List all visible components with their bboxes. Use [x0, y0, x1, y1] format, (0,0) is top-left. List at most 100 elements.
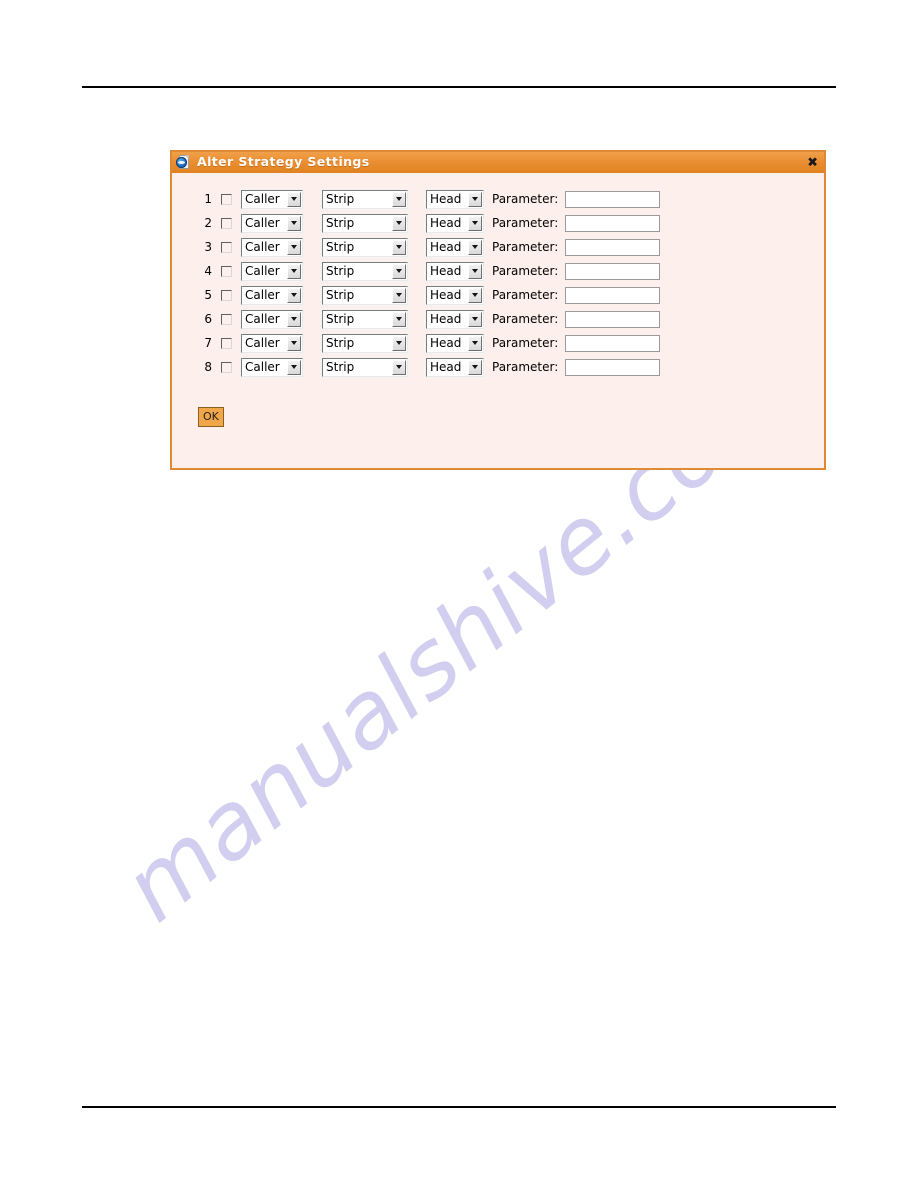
chevron-down-icon [392, 359, 406, 375]
chevron-down-icon [392, 239, 406, 255]
page-footer-rule [82, 1106, 836, 1108]
strip-select[interactable]: Strip [322, 261, 408, 281]
caller-select[interactable]: Caller [241, 189, 303, 209]
strategy-row-7: 7 Caller Strip Head Parameter: [198, 331, 824, 355]
chevron-down-icon [392, 215, 406, 231]
strip-select-value: Strip [326, 240, 355, 254]
head-select-value: Head [430, 336, 462, 350]
row-enable-checkbox[interactable] [221, 217, 232, 229]
strategy-row-2: 2 Caller Strip Head Parameter: [198, 211, 824, 235]
strip-select[interactable]: Strip [322, 189, 408, 209]
strip-select[interactable]: Strip [322, 357, 408, 377]
chevron-down-icon [468, 263, 482, 279]
strategy-row-5: 5 Caller Strip Head Parameter: [198, 283, 824, 307]
head-select[interactable]: Head [426, 237, 484, 257]
caller-select-value: Caller [245, 312, 280, 326]
strip-select[interactable]: Strip [322, 237, 408, 257]
caller-select-value: Caller [245, 336, 280, 350]
strategy-row-4: 4 Caller Strip Head Parameter: [198, 259, 824, 283]
head-select[interactable]: Head [426, 309, 484, 329]
head-select[interactable]: Head [426, 285, 484, 305]
chevron-down-icon [287, 335, 301, 351]
row-enable-checkbox[interactable] [221, 337, 232, 349]
chevron-down-icon [392, 311, 406, 327]
head-select-value: Head [430, 264, 462, 278]
strip-select-value: Strip [326, 192, 355, 206]
head-select[interactable]: Head [426, 333, 484, 353]
parameter-input[interactable] [565, 190, 661, 208]
strip-select[interactable]: Strip [322, 285, 408, 305]
parameter-label: Parameter: [492, 264, 559, 278]
row-enable-checkbox[interactable] [221, 265, 232, 277]
parameter-input[interactable] [565, 214, 661, 232]
parameter-label: Parameter: [492, 216, 559, 230]
strip-select[interactable]: Strip [322, 309, 408, 329]
row-index-label: 2 [204, 216, 212, 230]
caller-select[interactable]: Caller [241, 285, 303, 305]
caller-select-value: Caller [245, 360, 280, 374]
chevron-down-icon [392, 191, 406, 207]
dialog-titlebar: Alter Strategy Settings ✖ [172, 152, 824, 173]
head-select[interactable]: Head [426, 213, 484, 233]
parameter-input[interactable] [565, 310, 661, 328]
caller-select[interactable]: Caller [241, 357, 303, 377]
parameter-input[interactable] [565, 358, 661, 376]
strategy-row-8: 8 Caller Strip Head Parameter: [198, 355, 824, 379]
caller-select-value: Caller [245, 216, 280, 230]
chevron-down-icon [468, 239, 482, 255]
row-index-label: 3 [204, 240, 212, 254]
chevron-down-icon [287, 191, 301, 207]
caller-select[interactable]: Caller [241, 309, 303, 329]
parameter-label: Parameter: [492, 336, 559, 350]
chevron-down-icon [392, 335, 406, 351]
parameter-input[interactable] [565, 238, 661, 256]
caller-select[interactable]: Caller [241, 237, 303, 257]
row-enable-checkbox[interactable] [221, 193, 232, 205]
strip-select[interactable]: Strip [322, 333, 408, 353]
parameter-input[interactable] [565, 334, 661, 352]
row-enable-checkbox[interactable] [221, 289, 232, 301]
head-select[interactable]: Head [426, 261, 484, 281]
chevron-down-icon [287, 287, 301, 303]
caller-select[interactable]: Caller [241, 213, 303, 233]
parameter-input[interactable] [565, 262, 661, 280]
parameter-label: Parameter: [492, 240, 559, 254]
row-enable-checkbox[interactable] [221, 361, 232, 373]
strategy-row-6: 6 Caller Strip Head Parameter: [198, 307, 824, 331]
strip-select[interactable]: Strip [322, 213, 408, 233]
row-index-label: 6 [204, 312, 212, 326]
strip-select-value: Strip [326, 288, 355, 302]
chevron-down-icon [287, 359, 301, 375]
head-select[interactable]: Head [426, 357, 484, 377]
chevron-down-icon [287, 311, 301, 327]
ie-page-icon [176, 155, 191, 170]
caller-select[interactable]: Caller [241, 261, 303, 281]
parameter-label: Parameter: [492, 360, 559, 374]
head-select-value: Head [430, 216, 462, 230]
chevron-down-icon [468, 287, 482, 303]
parameter-label: Parameter: [492, 312, 559, 326]
chevron-down-icon [392, 263, 406, 279]
caller-select-value: Caller [245, 240, 280, 254]
caller-select-value: Caller [245, 192, 280, 206]
row-index-label: 8 [204, 360, 212, 374]
head-select-value: Head [430, 312, 462, 326]
chevron-down-icon [392, 287, 406, 303]
close-icon[interactable]: ✖ [807, 156, 818, 169]
chevron-down-icon [468, 191, 482, 207]
chevron-down-icon [468, 359, 482, 375]
chevron-down-icon [287, 215, 301, 231]
caller-select[interactable]: Caller [241, 333, 303, 353]
chevron-down-icon [468, 311, 482, 327]
row-enable-checkbox[interactable] [221, 241, 232, 253]
row-enable-checkbox[interactable] [221, 313, 232, 325]
dialog-title: Alter Strategy Settings [197, 154, 370, 170]
head-select[interactable]: Head [426, 189, 484, 209]
row-index-label: 4 [204, 264, 212, 278]
chevron-down-icon [287, 239, 301, 255]
ok-button[interactable]: OK [198, 407, 224, 427]
strategy-row-1: 1 Caller Strip Head Parameter: [198, 187, 824, 211]
row-index-label: 7 [204, 336, 212, 350]
parameter-label: Parameter: [492, 192, 559, 206]
parameter-input[interactable] [565, 286, 661, 304]
